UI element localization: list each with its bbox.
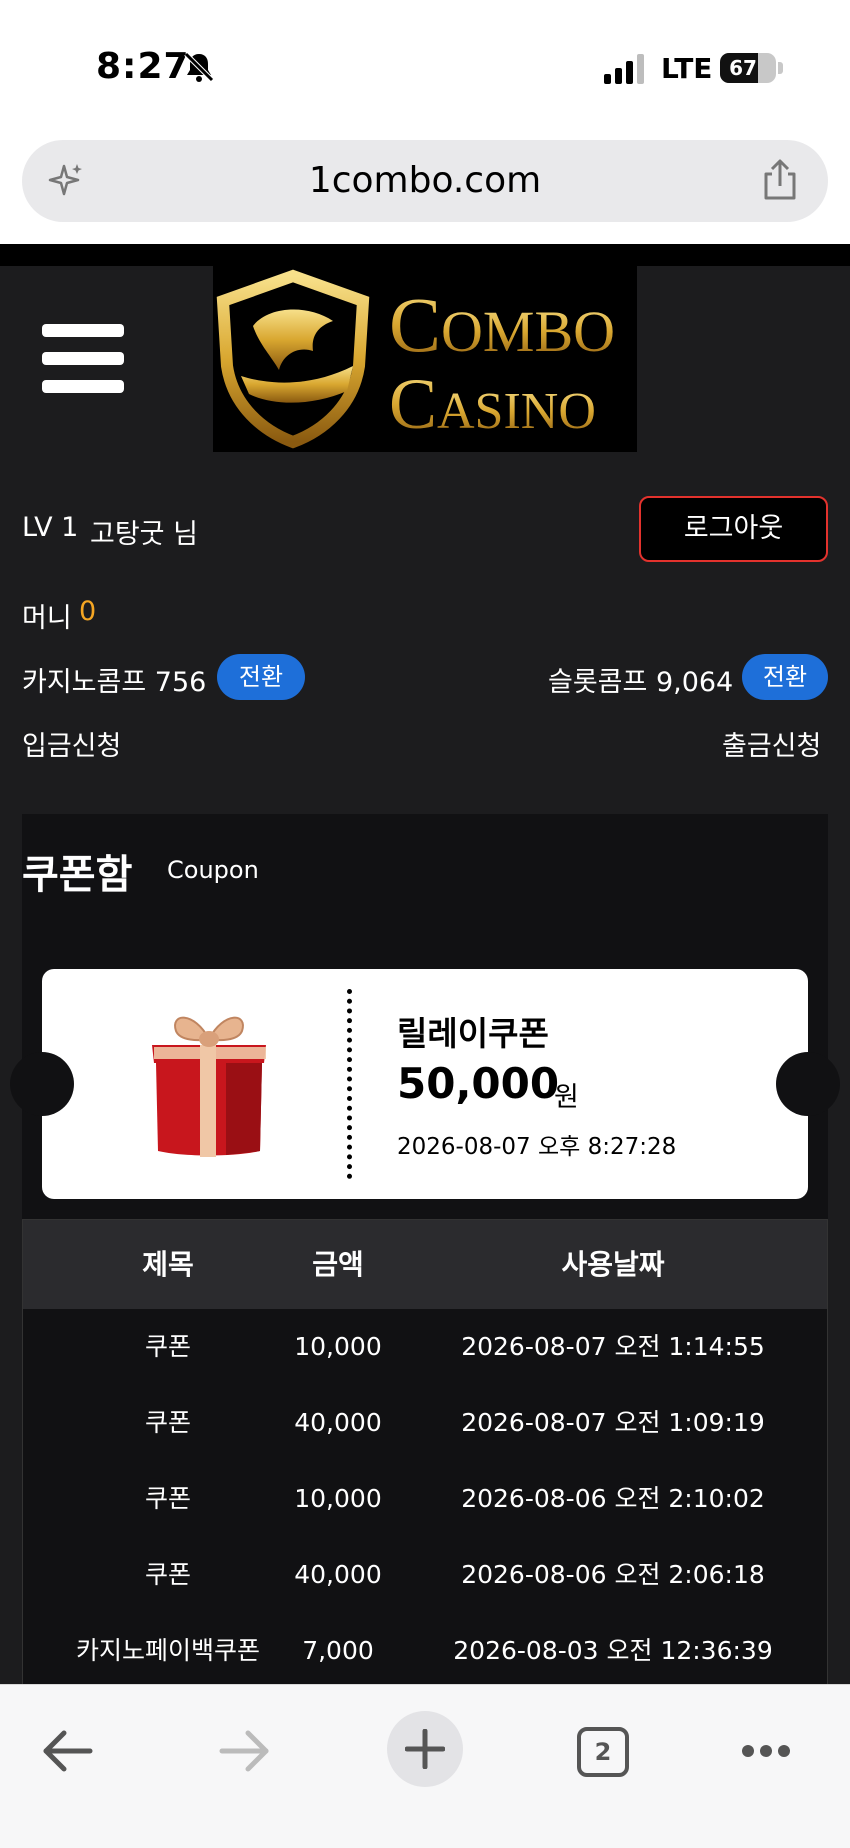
sparkle-icon[interactable] (44, 160, 88, 204)
ticket-coupon-name: 릴레이쿠폰 (397, 1014, 549, 1053)
table-header: 제목 금액 사용날짜 (23, 1219, 827, 1309)
row-amount: 40,000 (294, 1408, 382, 1437)
address-bar[interactable]: 1combo.com (22, 140, 828, 222)
casino-comp-value: 카지노콤프 756 (22, 667, 207, 698)
header-date: 사용날짜 (561, 1248, 665, 1281)
coupon-box-title: 쿠폰함 (22, 852, 133, 898)
row-title: 쿠폰 (144, 1560, 191, 1589)
svg-text:C: C (389, 281, 441, 368)
row-date: 2026-08-07 오전 1:14:55 (461, 1332, 765, 1361)
battery-tip (778, 62, 783, 74)
signal-icon (604, 54, 644, 84)
ticket-coupon-unit: 원 (554, 1082, 579, 1113)
web-page: C OMBO C ASINO LV 1 고탕굿 님 로그아웃 머니 0 카지노콤… (0, 244, 850, 1689)
browser-toolbar: 2 (0, 1684, 850, 1848)
battery-icon: 67 (720, 53, 776, 83)
header-amount: 금액 (312, 1248, 364, 1281)
coupon-ticket[interactable]: 릴레이쿠폰 50,000 원 2026-08-07 오후 8:27:28 (42, 969, 808, 1199)
row-title: 쿠폰 (144, 1484, 191, 1513)
header-title: 제목 (142, 1248, 194, 1281)
ticket-divider (347, 989, 352, 1179)
table-row: 쿠폰 40,000 2026-08-07 오전 1:09:19 (23, 1385, 827, 1461)
url-text[interactable]: 1combo.com (22, 140, 828, 222)
svg-text:ASINO: ASINO (437, 383, 596, 440)
table-row: 카지노페이백쿠폰 7,000 2026-08-03 오전 12:36:39 (23, 1613, 827, 1689)
plus-icon (405, 1729, 445, 1769)
table-row: 쿠폰 40,000 2026-08-06 오전 2:06:18 (23, 1537, 827, 1613)
share-icon[interactable] (758, 158, 802, 202)
row-date: 2026-08-03 오전 12:36:39 (453, 1636, 773, 1665)
ticket-coupon-date: 2026-08-07 오후 8:27:28 (397, 1134, 677, 1160)
more-options-icon[interactable] (740, 1741, 792, 1761)
back-arrow-icon[interactable] (40, 1729, 94, 1773)
tabs-count-button[interactable]: 2 (577, 1727, 629, 1777)
withdraw-request-link[interactable]: 출금신청 (722, 724, 821, 763)
forward-arrow-icon[interactable] (218, 1729, 272, 1773)
row-date: 2026-08-06 오전 2:10:02 (461, 1484, 765, 1513)
network-type: LTE (661, 52, 713, 85)
coupon-box-section: 쿠폰함 Coupon 릴레이쿠폰 50,000 원 2026-08-07 오후 … (10, 814, 840, 1689)
ticket-notch-left (10, 1052, 74, 1116)
row-title: 쿠폰 (144, 1408, 191, 1437)
new-tab-button[interactable] (387, 1711, 463, 1787)
table-row: 쿠폰 10,000 2026-08-06 오전 2:10:02 (23, 1461, 827, 1537)
slot-comp-convert-button[interactable]: 전환 (742, 654, 828, 700)
coupon-history-table: 제목 금액 사용날짜 쿠폰 10,000 2026-08-07 오전 1:14:… (22, 1219, 828, 1689)
row-date: 2026-08-06 오전 2:06:18 (461, 1560, 765, 1589)
row-date: 2026-08-07 오전 1:09:19 (461, 1408, 765, 1437)
row-title: 카지노페이백쿠폰 (75, 1636, 260, 1665)
row-title: 쿠폰 (144, 1332, 191, 1361)
logout-button[interactable]: 로그아웃 (639, 496, 828, 562)
hamburger-menu-icon[interactable] (42, 324, 124, 394)
gift-box-icon (152, 1016, 266, 1157)
row-amount: 7,000 (302, 1636, 374, 1665)
deposit-request-link[interactable]: 입금신청 (22, 724, 121, 763)
table-row: 쿠폰 10,000 2026-08-07 오전 1:14:55 (23, 1309, 827, 1385)
svg-text:OMBO: OMBO (441, 299, 615, 364)
slot-comp-value: 슬롯콤프 9,064 (548, 667, 734, 698)
ticket-coupon-amount: 50,000 (397, 1059, 560, 1108)
svg-text:C: C (389, 364, 437, 444)
ticket-notch-right (776, 1052, 840, 1116)
battery-percent: 67 (729, 56, 757, 80)
page-top-border (0, 244, 850, 266)
bell-muted-icon (184, 52, 214, 82)
user-level: LV 1 (22, 512, 79, 543)
money-label: 머니 (22, 603, 72, 634)
user-name: 고탕굿 님 (90, 519, 198, 550)
row-amount: 10,000 (294, 1332, 382, 1361)
row-amount: 10,000 (294, 1484, 382, 1513)
status-bar: 8:27 LTE 67 (0, 0, 850, 130)
combo-casino-logo[interactable]: C OMBO C ASINO (213, 266, 637, 452)
casino-comp-convert-button[interactable]: 전환 (217, 654, 305, 700)
money-value: 0 (79, 596, 97, 627)
coupon-box-subtitle: Coupon (167, 856, 259, 884)
row-amount: 40,000 (294, 1560, 382, 1589)
status-time: 8:27 (96, 46, 190, 87)
